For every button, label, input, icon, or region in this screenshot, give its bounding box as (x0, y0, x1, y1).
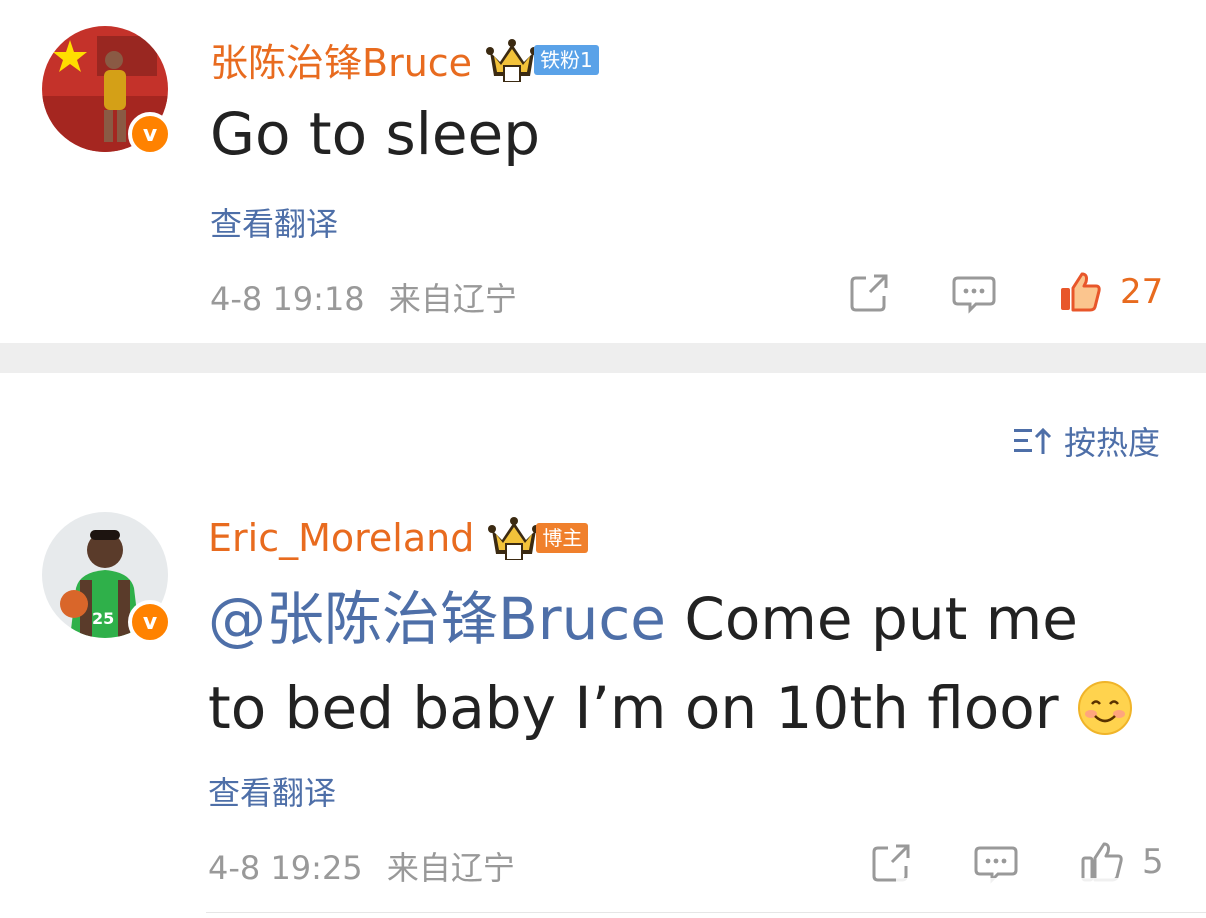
fan-badge: 铁粉1 (534, 44, 599, 75)
comment-time: 4-8 19:18 (210, 280, 365, 318)
translate-link[interactable]: 查看翻译 (208, 768, 336, 814)
comment-username[interactable]: 张陈治锋Bruce (210, 32, 472, 87)
section-divider (0, 343, 1206, 373)
sort-icon (1013, 427, 1052, 454)
crown-icon (488, 517, 541, 560)
comment-text: Go to sleep (210, 100, 541, 168)
svg-text:25: 25 (92, 609, 114, 628)
verified-icon: v (128, 600, 172, 644)
watermark-overlay (896, 878, 1196, 908)
share-icon[interactable] (848, 270, 892, 314)
like-count: 5 (1142, 842, 1164, 882)
blogger-badge: 博主 (536, 523, 589, 553)
like-count: 27 (1120, 272, 1164, 312)
comment-text: to bed baby I’m on 10th floor (208, 674, 1059, 742)
comment-icon[interactable] (952, 270, 996, 314)
comment-location: 来自辽宁 (388, 280, 517, 318)
divider-line (206, 912, 1206, 913)
mention-link[interactable]: @张陈治锋Bruce (208, 585, 666, 653)
verified-icon: v (128, 112, 172, 156)
comment-time: 4-8 19:25 (208, 849, 363, 887)
sort-label: 按热度 (1063, 424, 1160, 462)
sort-by-popularity-button[interactable]: 按热度 (1013, 418, 1160, 464)
crown-icon (486, 38, 539, 82)
comment-text: Come put me (665, 585, 1078, 653)
translate-link[interactable]: 查看翻译 (210, 199, 338, 245)
comment-username[interactable]: Eric_Moreland (208, 516, 474, 560)
like-icon[interactable] (1058, 270, 1102, 314)
comment-location: 来自辽宁 (386, 849, 515, 887)
smile-emoji-icon (1077, 681, 1132, 735)
